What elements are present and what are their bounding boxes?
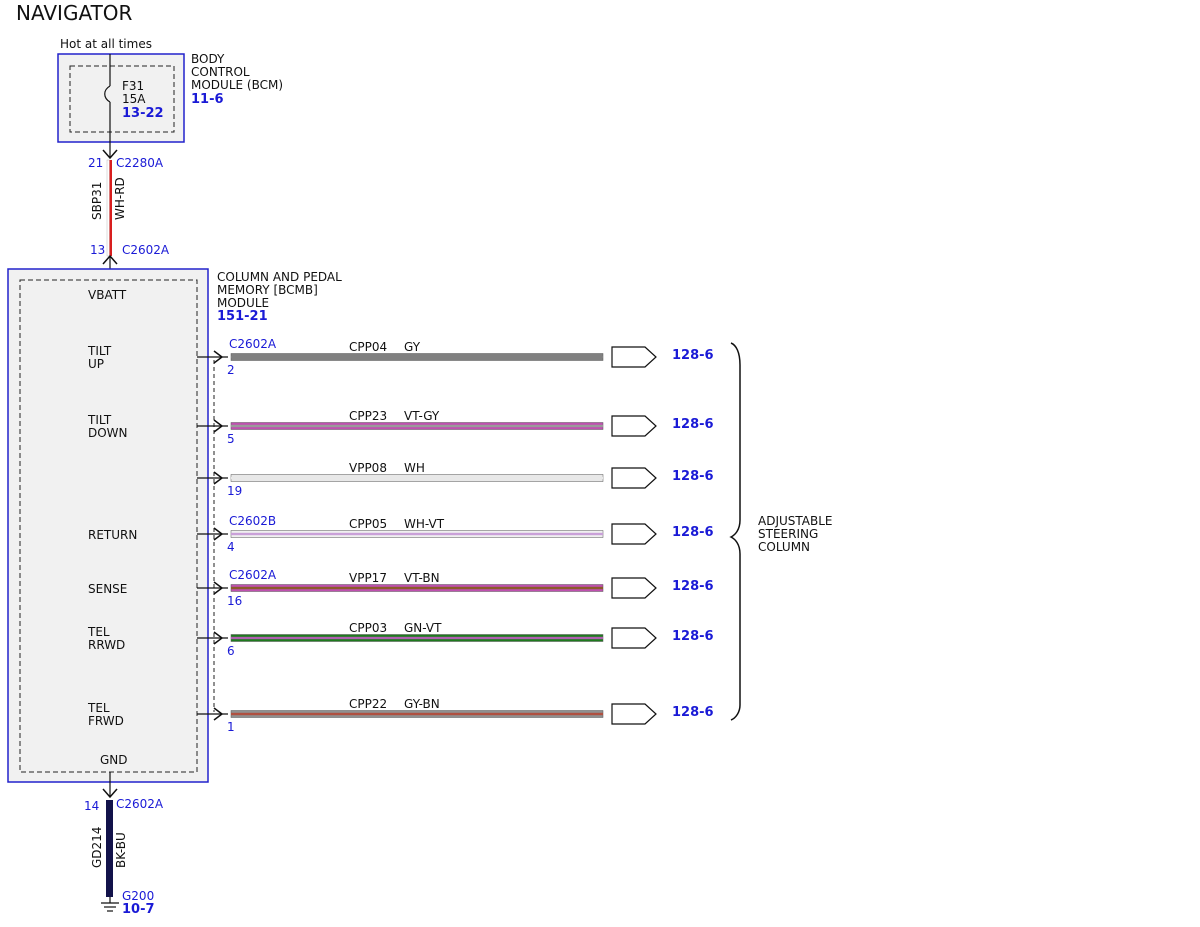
wire-circuit-0: CPP04 (349, 340, 387, 354)
wire-color-0: GY (404, 340, 421, 354)
wire-circuit-1: CPP23 (349, 409, 387, 423)
wire-pin-3: 4 (227, 540, 235, 554)
pin-label-6-2: FRWD (88, 714, 124, 728)
feed-top-pin: 21 (88, 156, 103, 170)
wire-stripe (231, 476, 603, 480)
bcm-name-2: CONTROL (191, 65, 250, 79)
module-name-3: MODULE (217, 296, 269, 310)
wire-color-1: VT-GY (404, 409, 440, 423)
fuse-ref-link[interactable]: 13-22 (122, 106, 164, 121)
wire-connector-0: C2602A (229, 337, 277, 351)
wire-circuit-3: CPP05 (349, 517, 387, 531)
destination-connector-icon (611, 627, 657, 649)
pin-label-4: SENSE (88, 582, 127, 596)
pin-label-5-2: RRWD (88, 638, 125, 652)
page-title: NAVIGATOR (16, 1, 133, 25)
bcm-box (57, 53, 185, 143)
wire-dest-link-0[interactable]: 128-6 (672, 348, 714, 363)
pin-label-0-1: TILT (87, 344, 112, 358)
pin-label-6-1: TEL (87, 701, 110, 715)
wire-dest-link-3[interactable]: 128-6 (672, 525, 714, 540)
pin-label-5-1: TEL (87, 625, 110, 639)
column-brace (729, 342, 741, 721)
wire-stripe (231, 712, 603, 716)
wire-dest-link-5[interactable]: 128-6 (672, 629, 714, 644)
ground-wire (106, 800, 113, 897)
ground-symbol-icon (101, 902, 119, 912)
pin-label-0-2: UP (88, 357, 104, 371)
wire-circuit-5: CPP03 (349, 621, 387, 635)
wire-circuit-6: CPP22 (349, 697, 387, 711)
wire-pin-1: 5 (227, 432, 235, 446)
module-ref-link[interactable]: 151-21 (217, 309, 268, 324)
gnd-label: GND (100, 753, 128, 767)
wire-connector-3: C2602B (229, 514, 276, 528)
wire-stripe (231, 586, 603, 590)
power-label: Hot at all times (60, 37, 152, 51)
wire-color-4: VT-BN (404, 571, 440, 585)
fuse-rating: 15A (122, 92, 146, 106)
column-name-1: ADJUSTABLE (758, 514, 833, 528)
ground-color: BK-BU (114, 832, 128, 868)
feed-circuit: SBP31 (90, 182, 104, 220)
ground-circuit: GD214 (90, 827, 104, 868)
module-name-1: COLUMN AND PEDAL (217, 270, 342, 284)
wire-pin-0: 2 (227, 363, 235, 377)
destination-connector-icon (611, 415, 657, 437)
wire-pin-4: 16 (227, 594, 242, 608)
wire-color-6: GY-BN (404, 697, 440, 711)
feed-color: WH-RD (113, 177, 127, 220)
ground-pin: 14 (84, 799, 99, 813)
wire-connector-4: C2602A (229, 568, 277, 582)
destination-connector-icon (611, 703, 657, 725)
wire-pin-2: 19 (227, 484, 242, 498)
ground-ref-link[interactable]: 10-7 (122, 902, 155, 917)
wire-pin-5: 6 (227, 644, 235, 658)
wire-circuit-2: VPP08 (349, 461, 387, 475)
bcm-name-1: BODY (191, 52, 225, 66)
pin-label-1-2: DOWN (88, 426, 128, 440)
wire-dest-link-6[interactable]: 128-6 (672, 705, 714, 720)
wiring-diagram: NAVIGATOR Hot at all times F31 15A 13-22… (7, 1, 833, 917)
wire-dest-link-2[interactable]: 128-6 (672, 469, 714, 484)
fuse-id: F31 (122, 79, 144, 93)
ground-connector: C2602A (116, 797, 164, 811)
pin-label-1-1: TILT (87, 413, 112, 427)
pin-label-3: RETURN (88, 528, 137, 542)
wire-dest-link-4[interactable]: 128-6 (672, 579, 714, 594)
bcm-name-3: MODULE (BCM) (191, 78, 283, 92)
feed-top-connector: C2280A (116, 156, 164, 170)
wire-stripe (231, 424, 603, 428)
module-name-2: MEMORY [BCMB] (217, 283, 318, 297)
wire-color-3: WH-VT (404, 517, 445, 531)
feed-bottom-connector: C2602A (122, 243, 170, 257)
destination-connector-icon (611, 346, 657, 368)
wire-circuit-4: VPP17 (349, 571, 387, 585)
destination-connector-icon (611, 523, 657, 545)
wire-stripe (231, 636, 603, 640)
ground-point: G200 (122, 889, 154, 903)
column-name-2: STEERING (758, 527, 818, 541)
wire-color-2: WH (404, 461, 425, 475)
column-name-3: COLUMN (758, 540, 810, 554)
wire-color-5: GN-VT (404, 621, 442, 635)
destination-connector-icon (611, 577, 657, 599)
destination-connector-icon (611, 467, 657, 489)
wire-pin-6: 1 (227, 720, 235, 734)
wire-stripe (231, 355, 603, 359)
bcm-ref-link[interactable]: 11-6 (191, 92, 224, 107)
wire-dest-link-1[interactable]: 128-6 (672, 417, 714, 432)
vbatt-label: VBATT (88, 288, 127, 302)
feed-bottom-pin: 13 (90, 243, 105, 257)
wire-stripe (231, 532, 603, 536)
